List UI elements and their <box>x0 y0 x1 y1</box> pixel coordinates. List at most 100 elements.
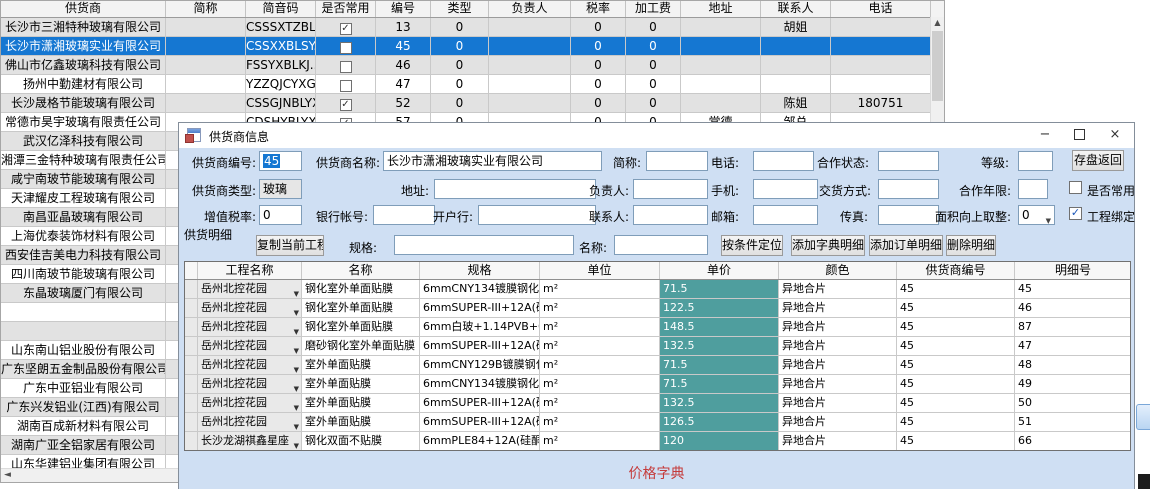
detail-grid-row[interactable]: 岳州北控花园▼钢化室外单面贴膜6mm白玻+1.14PVB+6mm...m²148… <box>185 318 1130 337</box>
column-header[interactable]: 是否常用 <box>316 1 376 17</box>
grid-cell[interactable]: 室外单面贴膜 <box>302 394 420 413</box>
common-use-checkbox[interactable] <box>340 61 352 73</box>
grid-cell[interactable]: 45 <box>897 413 1015 432</box>
grid-cell[interactable]: 45 <box>897 432 1015 451</box>
manager-input[interactable] <box>633 179 708 199</box>
dialog-titlebar[interactable]: 供货商信息 − × <box>179 123 1134 148</box>
grid-cell[interactable]: 45 <box>1015 280 1131 299</box>
copy-project-button[interactable]: 复制当前工程 <box>256 235 324 256</box>
grid-cell[interactable]: 异地合片 <box>779 337 897 356</box>
grid-cell[interactable]: 45 <box>897 356 1015 375</box>
grid-cell[interactable]: 6mmCNY129B镀膜钢化 <box>420 356 540 375</box>
grid-cell[interactable]: 磨砂钢化室外单面贴膜 <box>302 337 420 356</box>
minimize-button[interactable]: − <box>1028 123 1062 148</box>
grid-cell[interactable]: 钢化室外单面贴膜 <box>302 280 420 299</box>
common-use-checkbox[interactable]: ✓ <box>340 23 352 35</box>
column-header[interactable]: 联系人 <box>761 1 831 17</box>
supplier-row[interactable]: 长沙市潇湘玻璃实业有限公司CSSXXBLSY...45000 <box>1 37 944 56</box>
column-header[interactable]: 电话 <box>831 1 931 17</box>
grid-cell[interactable]: 异地合片 <box>779 356 897 375</box>
grade-input[interactable] <box>1018 151 1053 171</box>
unit-price-cell[interactable]: 132.5 <box>660 337 779 356</box>
supplier-name-input[interactable]: 长沙市潇湘玻璃实业有限公司 <box>383 151 602 171</box>
row-header-cell[interactable] <box>185 375 198 394</box>
grid-cell[interactable]: 45 <box>897 375 1015 394</box>
unit-price-cell[interactable]: 122.5 <box>660 299 779 318</box>
row-header-cell[interactable] <box>185 432 198 451</box>
address-input[interactable] <box>434 179 596 199</box>
row-header-cell[interactable] <box>185 299 198 318</box>
locate-button[interactable]: 按条件定位 <box>721 235 783 256</box>
common-use-checkbox[interactable] <box>340 42 352 54</box>
grid-column-header[interactable]: 名称 <box>302 262 420 279</box>
project-combo-cell[interactable]: 长沙龙湖祺鑫星座▼ <box>198 432 302 451</box>
detail-grid-row[interactable]: 岳州北控花园▼室外单面贴膜6mmCNY134镀膜钢化m²71.5异地合片4549 <box>185 375 1130 394</box>
column-header[interactable]: 税率 <box>571 1 626 17</box>
unit-price-cell[interactable]: 126.5 <box>660 413 779 432</box>
grid-cell[interactable]: 50 <box>1015 394 1131 413</box>
grid-cell[interactable]: 49 <box>1015 375 1131 394</box>
grid-cell[interactable]: 异地合片 <box>779 413 897 432</box>
detail-grid-row[interactable]: 岳州北控花园▼室外单面贴膜6mmSUPER-III+12A(硅...m²132.… <box>185 394 1130 413</box>
grid-cell[interactable]: 6mmSUPER-III+12A(硅... <box>420 413 540 432</box>
grid-cell[interactable]: 45 <box>897 299 1015 318</box>
grid-cell[interactable]: 6mmSUPER-III+12A(硅... <box>420 394 540 413</box>
grid-column-header[interactable]: 供货商编号 <box>897 262 1015 279</box>
is-common-checkbox[interactable] <box>1069 181 1082 194</box>
supplier-row[interactable]: 佛山市亿鑫玻璃科技有限公司FSSYXBLKJ...46000 <box>1 56 944 75</box>
grid-column-header[interactable]: 工程名称 <box>198 262 302 279</box>
unit-price-cell[interactable]: 71.5 <box>660 356 779 375</box>
grid-cell[interactable]: 钢化室外单面贴膜 <box>302 299 420 318</box>
grid-cell[interactable]: m² <box>540 337 660 356</box>
delivery-input[interactable] <box>878 179 939 199</box>
project-combo-cell[interactable]: 岳州北控花园▼ <box>198 299 302 318</box>
column-header[interactable]: 加工费 <box>626 1 681 17</box>
name-filter-input[interactable] <box>614 235 708 255</box>
grid-cell[interactable]: m² <box>540 413 660 432</box>
add-dict-detail-button[interactable]: 添加字典明细 <box>791 235 865 256</box>
short-name-input[interactable] <box>646 151 708 171</box>
detail-grid-row[interactable]: 长沙龙湖祺鑫星座▼钢化双面不贴膜6mmPLE84+12A(硅酮胶...m²120… <box>185 432 1130 451</box>
common-use-checkbox[interactable]: ✓ <box>340 99 352 111</box>
row-header-cell[interactable] <box>185 356 198 375</box>
project-combo-cell[interactable]: 岳州北控花园▼ <box>198 280 302 299</box>
grid-cell[interactable]: 异地合片 <box>779 432 897 451</box>
grid-cell[interactable]: 45 <box>897 318 1015 337</box>
project-bind-checkbox[interactable]: ✓ <box>1069 207 1082 220</box>
grid-cell[interactable]: 45 <box>897 337 1015 356</box>
unit-price-cell[interactable]: 120 <box>660 432 779 451</box>
grid-column-header[interactable]: 单位 <box>540 262 660 279</box>
grid-column-header[interactable]: 规格 <box>420 262 540 279</box>
detail-grid-row[interactable]: 岳州北控花园▼钢化室外单面贴膜6mmCNY134镀膜钢化m²71.5异地合片45… <box>185 280 1130 299</box>
grid-cell[interactable]: 室外单面贴膜 <box>302 356 420 375</box>
column-header[interactable]: 简称 <box>166 1 246 17</box>
grid-cell[interactable]: m² <box>540 356 660 375</box>
row-header-cell[interactable] <box>185 318 198 337</box>
grid-cell[interactable]: 异地合片 <box>779 299 897 318</box>
column-header[interactable]: 类型 <box>431 1 489 17</box>
mobile-input[interactable] <box>753 179 818 199</box>
unit-price-cell[interactable]: 148.5 <box>660 318 779 337</box>
grid-cell[interactable]: m² <box>540 299 660 318</box>
project-combo-cell[interactable]: 岳州北控花园▼ <box>198 318 302 337</box>
unit-price-cell[interactable]: 132.5 <box>660 394 779 413</box>
grid-cell[interactable]: 异地合片 <box>779 280 897 299</box>
grid-cell[interactable]: 钢化室外单面贴膜 <box>302 318 420 337</box>
project-combo-cell[interactable]: 岳州北控花园▼ <box>198 413 302 432</box>
vertical-scrollbar-thumb[interactable] <box>932 31 943 101</box>
grid-cell[interactable]: 异地合片 <box>779 375 897 394</box>
fax-input[interactable] <box>878 205 939 225</box>
row-header-cell[interactable] <box>185 394 198 413</box>
grid-cell[interactable]: 6mm白玻+1.14PVB+6mm... <box>420 318 540 337</box>
coop-status-input[interactable] <box>878 151 939 171</box>
row-header-cell[interactable] <box>185 413 198 432</box>
grid-cell[interactable]: m² <box>540 375 660 394</box>
grid-cell[interactable]: 66 <box>1015 432 1131 451</box>
bank-name-input[interactable] <box>478 205 596 225</box>
supplier-type-input[interactable]: 玻璃 <box>259 179 302 199</box>
detail-grid-row[interactable]: 岳州北控花园▼室外单面贴膜6mmCNY129B镀膜钢化m²71.5异地合片454… <box>185 356 1130 375</box>
grid-cell[interactable]: 46 <box>1015 299 1131 318</box>
project-combo-cell[interactable]: 岳州北控花园▼ <box>198 394 302 413</box>
grid-cell[interactable]: 异地合片 <box>779 318 897 337</box>
scroll-left-icon[interactable]: ◄ <box>1 469 14 482</box>
